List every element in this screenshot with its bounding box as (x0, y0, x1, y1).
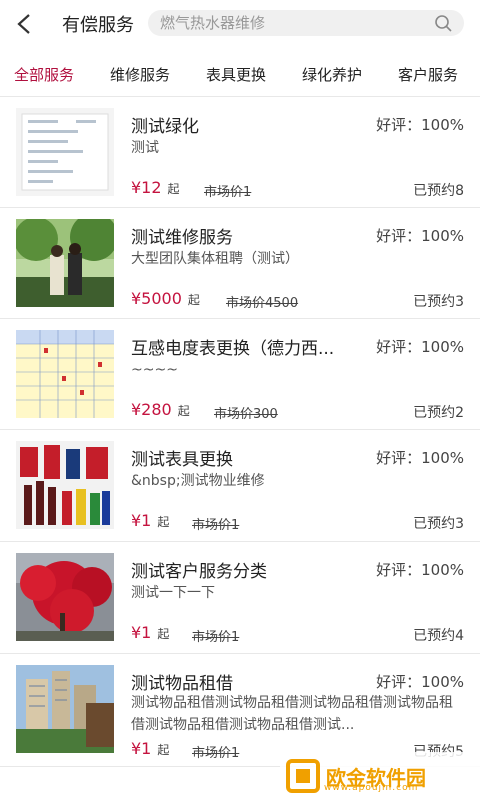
watermark-logo-icon (286, 759, 320, 793)
watermark: 欧金软件园 www.apoujin.com (280, 752, 480, 800)
list-item[interactable]: 测试表具更换 好评：100% &nbsp;测试物业维修 ¥1 起 市场价1 已预约… (0, 429, 480, 540)
item-booked: 已预约2 (413, 405, 464, 421)
item-price: ¥1 起 (131, 739, 170, 758)
item-thumbnail (16, 665, 114, 753)
item-thumbnail (16, 219, 114, 307)
item-market-price: 市场价1 (192, 746, 240, 761)
item-rating: 好评：100% (376, 673, 464, 691)
item-name: 测试表具更换 (131, 450, 233, 470)
item-market-price: 市场价300 (214, 407, 278, 422)
list-item[interactable]: 测试物品租借 好评：100% 测试物品租借测试物品租借测试物品租借测试物品租借测… (0, 653, 480, 764)
item-rating: 好评：100% (376, 116, 464, 134)
item-thumbnail (16, 330, 114, 418)
item-name: 测试维修服务 (131, 228, 233, 248)
tab-all[interactable]: 全部服务 (14, 64, 74, 85)
tab-meter[interactable]: 表具更换 (206, 64, 266, 85)
tab-repair[interactable]: 维修服务 (110, 64, 170, 85)
item-booked: 已预约4 (413, 628, 464, 644)
item-desc: 测试一下一下 (131, 585, 215, 601)
list-item[interactable]: 测试维修服务 好评：100% 大型团队集体租聘（测试） ¥5000 起 市场价45… (0, 207, 480, 318)
tab-customer[interactable]: 客户服务 (398, 64, 458, 85)
item-price: ¥12 起 (131, 178, 180, 197)
item-market-price: 市场价1 (192, 518, 240, 533)
item-desc: 测试物品租借测试物品租借测试物品租借测试物品租借测试物品租借测试物品租借测试..… (131, 695, 453, 733)
list-item[interactable]: 互感电度表更换（德力西... 好评：100% ~~~~ ¥280 起 市场价300… (0, 318, 480, 429)
search-icon[interactable] (434, 14, 454, 34)
item-booked: 已预约8 (413, 183, 464, 199)
item-booked: 已预约3 (413, 516, 464, 532)
item-desc: 测试 (131, 140, 159, 156)
category-tabs: 全部服务 维修服务 表具更换 绿化养护 客户服务 (0, 56, 480, 94)
item-thumbnail (16, 108, 114, 196)
item-market-price: 市场价1 (192, 630, 240, 645)
item-price: ¥280 起 (131, 400, 190, 419)
page-title: 有偿服务 (62, 15, 134, 36)
list-item[interactable]: 测试客户服务分类 好评：100% 测试一下一下 ¥1 起 市场价1 已预约4 (0, 541, 480, 652)
item-market-price: 市场价1 (204, 185, 252, 200)
chevron-left-icon (17, 14, 30, 34)
search-input[interactable] (158, 13, 432, 33)
item-name: 测试客户服务分类 (131, 562, 267, 582)
item-name: 测试物品租借 (131, 674, 233, 694)
item-thumbnail (16, 553, 114, 641)
item-desc: 大型团队集体租聘（测试） (131, 251, 299, 267)
item-price: ¥1 起 (131, 623, 170, 642)
item-price: ¥5000 起 (131, 289, 200, 308)
item-name: 互感电度表更换（德力西... (131, 339, 335, 359)
item-rating: 好评：100% (376, 338, 464, 356)
list-item[interactable]: 测试绿化 好评：100% 测试 ¥12 起 市场价1 已预约8 (0, 96, 480, 207)
item-rating: 好评：100% (376, 227, 464, 245)
item-desc: &nbsp;测试物业维修 (131, 473, 265, 489)
item-booked: 已预约3 (413, 294, 464, 310)
watermark-url: www.apoujin.com (324, 783, 419, 793)
item-name: 测试绿化 (131, 117, 199, 137)
item-desc: ~~~~ (131, 362, 178, 378)
item-market-price: 市场价4500 (226, 296, 299, 311)
tab-greening[interactable]: 绿化养护 (302, 64, 362, 85)
item-thumbnail (16, 441, 114, 529)
item-price: ¥1 起 (131, 511, 170, 530)
item-rating: 好评：100% (376, 561, 464, 579)
back-button[interactable] (14, 0, 50, 48)
item-rating: 好评：100% (376, 449, 464, 467)
search-bar[interactable] (148, 10, 464, 36)
